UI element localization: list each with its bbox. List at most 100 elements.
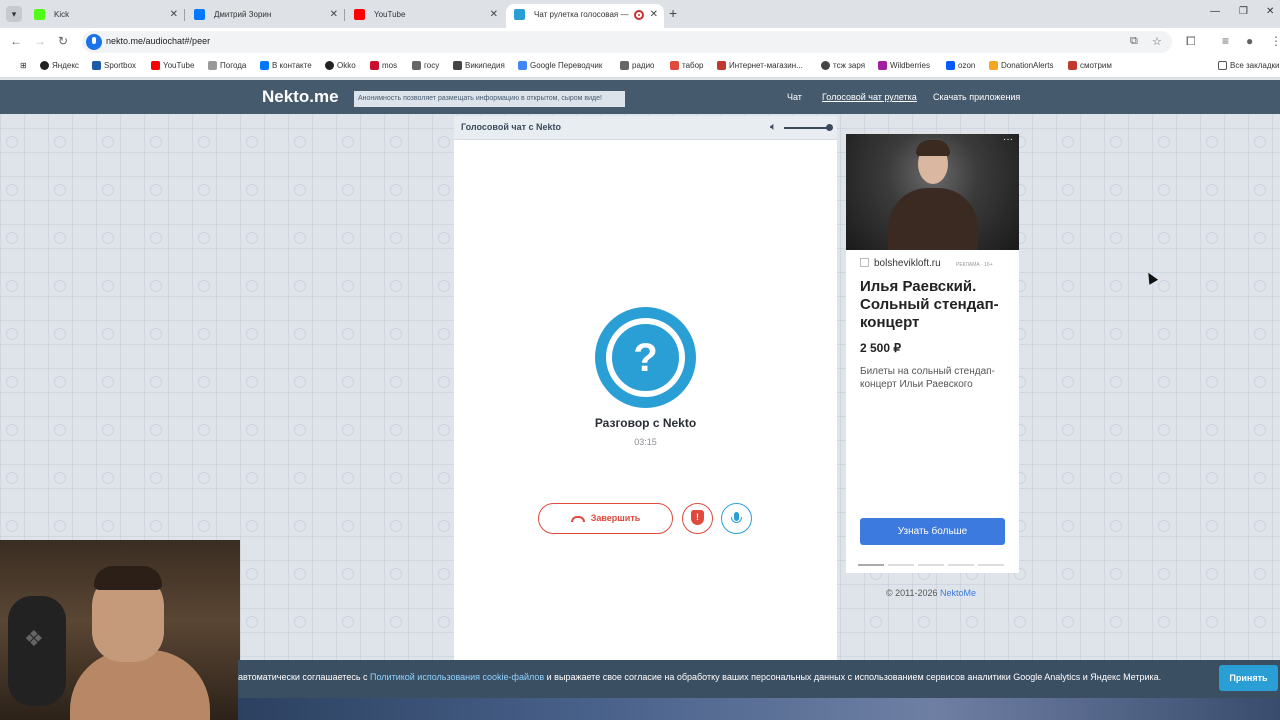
volume-slider-handle[interactable] (826, 124, 833, 131)
close-icon[interactable]: ✕ (650, 4, 658, 26)
ad-label: РЕКЛАМА · 16+ (956, 262, 993, 268)
ad-image[interactable]: ··· (846, 134, 1019, 250)
ad-more-options-icon[interactable]: ··· (1003, 134, 1013, 145)
ozon-icon (946, 61, 955, 70)
tab-vk[interactable]: Дмитрий Зорин ✕ (186, 4, 344, 28)
tab-youtube[interactable]: YouTube ✕ (346, 4, 504, 28)
report-button[interactable]: ! (682, 503, 713, 534)
carousel-dot (858, 564, 884, 566)
bookmark-tabor[interactable]: табор (670, 61, 704, 70)
mute-microphone-button[interactable] (721, 503, 752, 534)
accept-cookies-button[interactable]: Принять (1219, 665, 1278, 691)
bookmark-yandex[interactable]: Яндекс (40, 61, 79, 70)
ad-title[interactable]: Илья Раевский. Сольный стендап-концерт (860, 278, 1010, 332)
bookmark-tszh[interactable]: тсж заря (821, 61, 865, 70)
cookie-policy-link[interactable]: Политикой использования cookie-файлов (370, 672, 544, 682)
back-icon[interactable]: ← (10, 34, 22, 48)
bookmark-label: mos (382, 61, 398, 70)
address-bar[interactable]: nekto.me/audiochat#/peer ⧉ ☆ (82, 31, 1172, 53)
carousel-dot (888, 564, 914, 566)
bookmark-youtube[interactable]: YouTube (151, 61, 194, 70)
volume-slider[interactable] (784, 127, 830, 129)
profile-avatar-icon[interactable]: ● (1246, 34, 1253, 48)
chat-title: Голосовой чат с Nekto (461, 122, 562, 132)
reload-icon[interactable]: ↻ (58, 34, 68, 48)
cookie-text: автоматически соглашаетесь с Политикой и… (238, 672, 1161, 682)
bookmark-label: ozon (958, 61, 976, 70)
donationalerts-icon (989, 61, 998, 70)
bookmark-gosu[interactable]: госу (412, 61, 439, 70)
recording-icon (634, 10, 644, 20)
bookmark-sportbox[interactable]: Sportbox (92, 61, 136, 70)
bookmark-okko[interactable]: Okko (325, 61, 356, 70)
bookmark-wikipedia[interactable]: Википедия (453, 61, 505, 70)
bookmark-google-translate[interactable]: Google Переводчик (518, 61, 602, 70)
site-header: Nekto.me Анонимность позволяет размещать… (0, 80, 1280, 114)
bookmark-wildberries[interactable]: Wildberries (878, 61, 930, 70)
voice-chat-panel: Голосовой чат с Nekto 🔈︎ ? Разговор с Ne… (454, 116, 837, 720)
tab-nekto[interactable]: Чат рулетка голосовая — Nekto.me ✕ (506, 4, 664, 28)
bookmark-vk[interactable]: В контакте (260, 61, 312, 70)
close-icon[interactable]: ✕ (330, 4, 338, 26)
bookmark-radio[interactable]: радио (620, 61, 654, 70)
restore-icon[interactable]: ❐ (1239, 6, 1248, 17)
nav-chat[interactable]: Чат (787, 92, 802, 102)
bookmark-label: YouTube (163, 61, 195, 70)
ad-domain-text: bolshevikloft.ru (874, 258, 941, 269)
bookmark-mos[interactable]: mos (370, 61, 397, 70)
bookmark-label: табор (682, 61, 704, 70)
forward-icon[interactable]: → (34, 34, 46, 48)
bookmark-weather[interactable]: Погода (208, 61, 246, 70)
streamer-hair (94, 566, 162, 590)
bookmark-star-icon[interactable]: ☆ (1152, 35, 1162, 48)
hang-up-phone-icon (570, 516, 585, 522)
tab-title: Дмитрий Зорин (214, 10, 272, 19)
nav-download-apps[interactable]: Скачать приложения (933, 92, 1020, 102)
tab-search-menu-icon[interactable]: ▾ (6, 6, 22, 22)
menu-kebab-icon[interactable]: ⋮ (1270, 34, 1280, 48)
ad-person-hair (916, 140, 950, 156)
bookmark-ozon[interactable]: ozon (946, 61, 975, 70)
ad-learn-more-button[interactable]: Узнать больше (860, 518, 1005, 545)
end-call-label: Завершить (590, 513, 641, 523)
tab-list-icon[interactable]: ≡ (1222, 34, 1229, 48)
close-icon[interactable]: ✕ (490, 4, 498, 26)
shop-icon (717, 61, 726, 70)
sportbox-icon (92, 61, 101, 70)
all-bookmarks-folder[interactable]: Все закладки (1218, 61, 1279, 70)
url-text[interactable]: nekto.me/audiochat#/peer (106, 36, 210, 46)
tab-title: Kick (54, 10, 70, 19)
vk-favicon-icon (194, 9, 205, 20)
tab-kick[interactable]: Kick ✕ (26, 4, 184, 28)
install-app-icon[interactable]: ⧉ (1130, 35, 1138, 48)
apps-grid-icon[interactable]: ⊞ (8, 61, 27, 70)
extensions-icon[interactable]: ⧠ (1186, 34, 1196, 49)
site-logo[interactable]: Nekto.me (262, 87, 339, 107)
bookmark-smotrim[interactable]: смотрим (1068, 61, 1112, 70)
bookmark-internet-shop[interactable]: Интернет-магазин... (717, 61, 803, 70)
mouse-cursor-icon (1143, 270, 1159, 285)
copyright-link[interactable]: NektoMe (940, 588, 976, 598)
minimize-icon[interactable]: — (1210, 6, 1220, 17)
ad-domain[interactable]: bolshevikloft.ru (860, 258, 941, 269)
tab-divider (344, 9, 345, 21)
bookmark-label: смотрим (1080, 61, 1112, 70)
web-page: Nekto.me Анонимность позволяет размещать… (0, 80, 1280, 720)
window-close-icon[interactable]: ✕ (1266, 6, 1274, 17)
tabor-icon (670, 61, 679, 70)
nav-voice-chat[interactable]: Голосовой чат рулетка (822, 92, 917, 102)
okko-icon (325, 61, 334, 70)
bookmark-label: тсж заря (833, 61, 866, 70)
yandex-icon (40, 61, 49, 70)
bookmark-label: Okko (337, 61, 356, 70)
site-mic-permission-icon[interactable] (86, 34, 102, 50)
advertisement-card[interactable]: ··· bolshevikloft.ru РЕКЛАМА · 16+ Илья … (846, 134, 1019, 573)
volume-icon[interactable]: 🔈︎ (770, 121, 777, 134)
bookmark-label: Яндекс (52, 61, 79, 70)
end-call-button[interactable]: Завершить (538, 503, 673, 534)
conversation-label: Разговор с Nekto (594, 416, 697, 430)
new-tab-icon[interactable]: + (669, 5, 677, 21)
bookmark-donationalerts[interactable]: DonationAlerts (989, 61, 1053, 70)
close-icon[interactable]: ✕ (170, 4, 178, 26)
site-tagline: Анонимность позволяет размещать информац… (354, 91, 625, 107)
